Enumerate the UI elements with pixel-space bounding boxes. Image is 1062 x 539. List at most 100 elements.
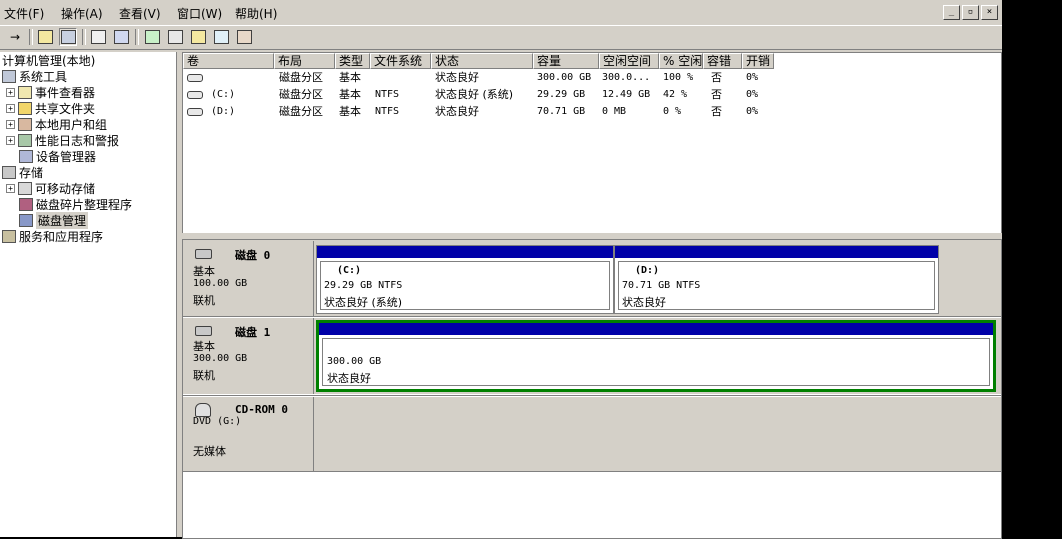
menu-window[interactable]: 窗口(W) bbox=[177, 5, 222, 22]
tree-item-storage[interactable]: 存储 bbox=[2, 164, 43, 180]
menu-help[interactable]: 帮助(H) bbox=[235, 5, 277, 22]
show-tree-icon[interactable] bbox=[59, 28, 77, 46]
cell-overhead: 0% bbox=[746, 72, 759, 83]
restore-button[interactable]: ▫ bbox=[962, 5, 979, 20]
tree-item-perf-logs[interactable]: + 性能日志和警报 bbox=[6, 132, 119, 148]
cell-fault-tolerance: 否 bbox=[711, 71, 722, 84]
tree-item-local-users[interactable]: + 本地用户和组 bbox=[6, 116, 107, 132]
menu-file[interactable]: 文件(F) bbox=[4, 5, 44, 22]
minimize-button[interactable]: _ bbox=[943, 5, 960, 20]
cell-filesystem: NTFS bbox=[375, 89, 400, 100]
tree-item-label: 可移动存储 bbox=[35, 181, 96, 196]
cell-layout: 磁盘分区 bbox=[279, 88, 323, 101]
expand-icon[interactable]: + bbox=[6, 119, 15, 129]
export-icon[interactable] bbox=[166, 28, 184, 46]
cell-free-space: 12.49 GB bbox=[602, 89, 651, 100]
tree-item-label: 磁盘管理 bbox=[36, 211, 89, 229]
properties-icon[interactable] bbox=[89, 28, 107, 46]
volume-size: 70.71 GB NTFS bbox=[622, 280, 701, 291]
cd-drive-icon bbox=[195, 403, 211, 417]
tree-item-services-apps[interactable]: 服务和应用程序 bbox=[2, 228, 103, 244]
tree-item-label: 性能日志和警报 bbox=[35, 133, 120, 148]
tree-item-label: 共享文件夹 bbox=[35, 101, 96, 116]
volume-body: (C:) 29.29 GB NTFS 状态良好 (系统) bbox=[320, 261, 610, 310]
disk-1-label[interactable]: 磁盘 1 基本 300.00 GB 联机 bbox=[185, 318, 314, 394]
volume-status: 状态良好 (系统) bbox=[324, 296, 403, 309]
disk-management-icon bbox=[19, 213, 33, 227]
column-header-layout[interactable]: 布局 bbox=[274, 53, 335, 69]
volume-status: 状态良好 bbox=[622, 296, 666, 309]
column-header-type[interactable]: 类型 bbox=[335, 53, 370, 69]
expand-icon[interactable]: + bbox=[6, 183, 15, 193]
cell-fault-tolerance: 否 bbox=[711, 88, 722, 101]
column-header-free-space[interactable]: 空闲空间 bbox=[599, 53, 659, 69]
tools-icon bbox=[2, 69, 16, 83]
tree-item-device-manager[interactable]: 设备管理器 bbox=[19, 148, 96, 164]
tree-item-label: 存储 bbox=[19, 165, 44, 180]
column-header-overhead[interactable]: 开销 bbox=[742, 53, 774, 69]
services-icon bbox=[2, 229, 16, 243]
disk-type: DVD (G:) bbox=[193, 416, 242, 427]
tree-item-label: 设备管理器 bbox=[36, 149, 97, 164]
up-icon[interactable] bbox=[36, 28, 54, 46]
tree-root-label: 计算机管理(本地) bbox=[2, 53, 96, 68]
search-icon[interactable] bbox=[212, 28, 230, 46]
volume-body: (D:) 70.71 GB NTFS 状态良好 bbox=[618, 261, 935, 310]
volume-size: 300.00 GB bbox=[327, 356, 382, 367]
disk-size: 300.00 GB bbox=[193, 353, 248, 364]
cell-volume: (D:) bbox=[211, 106, 236, 117]
tree-item-disk-management[interactable]: 磁盘管理 bbox=[19, 211, 89, 229]
column-header-percent-free[interactable]: % 空闲 bbox=[659, 53, 703, 69]
menu-action[interactable]: 操作(A) bbox=[61, 5, 103, 22]
volume-c[interactable]: (C:) 29.29 GB NTFS 状态良好 (系统) bbox=[316, 245, 614, 314]
back-icon[interactable]: → bbox=[6, 28, 24, 46]
cell-percent-free: 100 % bbox=[663, 72, 694, 83]
tree-item-label: 事件查看器 bbox=[35, 85, 96, 100]
tree-item-defrag[interactable]: 磁盘碎片整理程序 bbox=[19, 196, 132, 212]
row-divider bbox=[183, 395, 1001, 396]
tree-root[interactable]: 计算机管理(本地) bbox=[2, 52, 95, 68]
toolbar-separator bbox=[135, 29, 139, 45]
tree-item-event-viewer[interactable]: + 事件查看器 bbox=[6, 84, 95, 100]
disk-0-label[interactable]: 磁盘 0 基本 100.00 GB 联机 bbox=[185, 241, 314, 316]
help-icon[interactable] bbox=[112, 28, 130, 46]
column-header-status[interactable]: 状态 bbox=[431, 53, 533, 69]
disk-icon bbox=[187, 70, 203, 86]
toolbar-separator bbox=[82, 29, 86, 45]
cell-layout: 磁盘分区 bbox=[279, 105, 323, 118]
expand-icon[interactable]: + bbox=[6, 135, 15, 145]
column-header-filesystem[interactable]: 文件系统 bbox=[370, 53, 431, 69]
settings-icon[interactable] bbox=[235, 28, 253, 46]
cell-volume: (C:) bbox=[211, 89, 236, 100]
volume-d[interactable]: (D:) 70.71 GB NTFS 状态良好 bbox=[614, 245, 939, 314]
volume-name: (D:) bbox=[635, 265, 660, 276]
expand-icon[interactable]: + bbox=[6, 103, 15, 113]
open-icon[interactable] bbox=[189, 28, 207, 46]
disk-icon bbox=[187, 87, 203, 103]
column-header-volume[interactable]: 卷 bbox=[183, 53, 274, 69]
toolbar: → bbox=[0, 25, 1002, 50]
refresh-icon[interactable] bbox=[143, 28, 161, 46]
tree-item-system-tools[interactable]: 系统工具 bbox=[2, 68, 67, 84]
volume-disk1-partition[interactable]: 300.00 GB 状态良好 bbox=[316, 320, 996, 392]
column-header-capacity[interactable]: 容量 bbox=[533, 53, 599, 69]
menu-view[interactable]: 查看(V) bbox=[119, 5, 161, 22]
expand-icon[interactable]: + bbox=[6, 87, 15, 97]
close-button[interactable]: × bbox=[981, 5, 998, 20]
cell-free-space: 300.0... bbox=[602, 72, 651, 83]
column-header-fault-tolerance[interactable]: 容错 bbox=[703, 53, 742, 69]
cell-type: 基本 bbox=[339, 105, 361, 118]
tree-item-removable-storage[interactable]: + 可移动存储 bbox=[6, 180, 95, 196]
device-manager-icon bbox=[19, 149, 33, 163]
cell-filesystem: NTFS bbox=[375, 106, 400, 117]
toolbar-separator bbox=[29, 29, 33, 45]
cell-type: 基本 bbox=[339, 88, 361, 101]
performance-icon bbox=[18, 133, 32, 147]
disk-state: 联机 bbox=[193, 369, 215, 382]
storage-icon bbox=[2, 165, 16, 179]
disk-title: 磁盘 0 bbox=[235, 249, 271, 262]
tree-item-shared-folders[interactable]: + 共享文件夹 bbox=[6, 100, 95, 116]
cdrom-0-label[interactable]: CD-ROM 0 DVD (G:) 无媒体 bbox=[185, 397, 314, 471]
computer-management-window: 文件(F) 操作(A) 查看(V) 窗口(W) 帮助(H) _ ▫ × → 计算… bbox=[0, 0, 1002, 539]
window-controls: _ ▫ × bbox=[943, 5, 998, 20]
